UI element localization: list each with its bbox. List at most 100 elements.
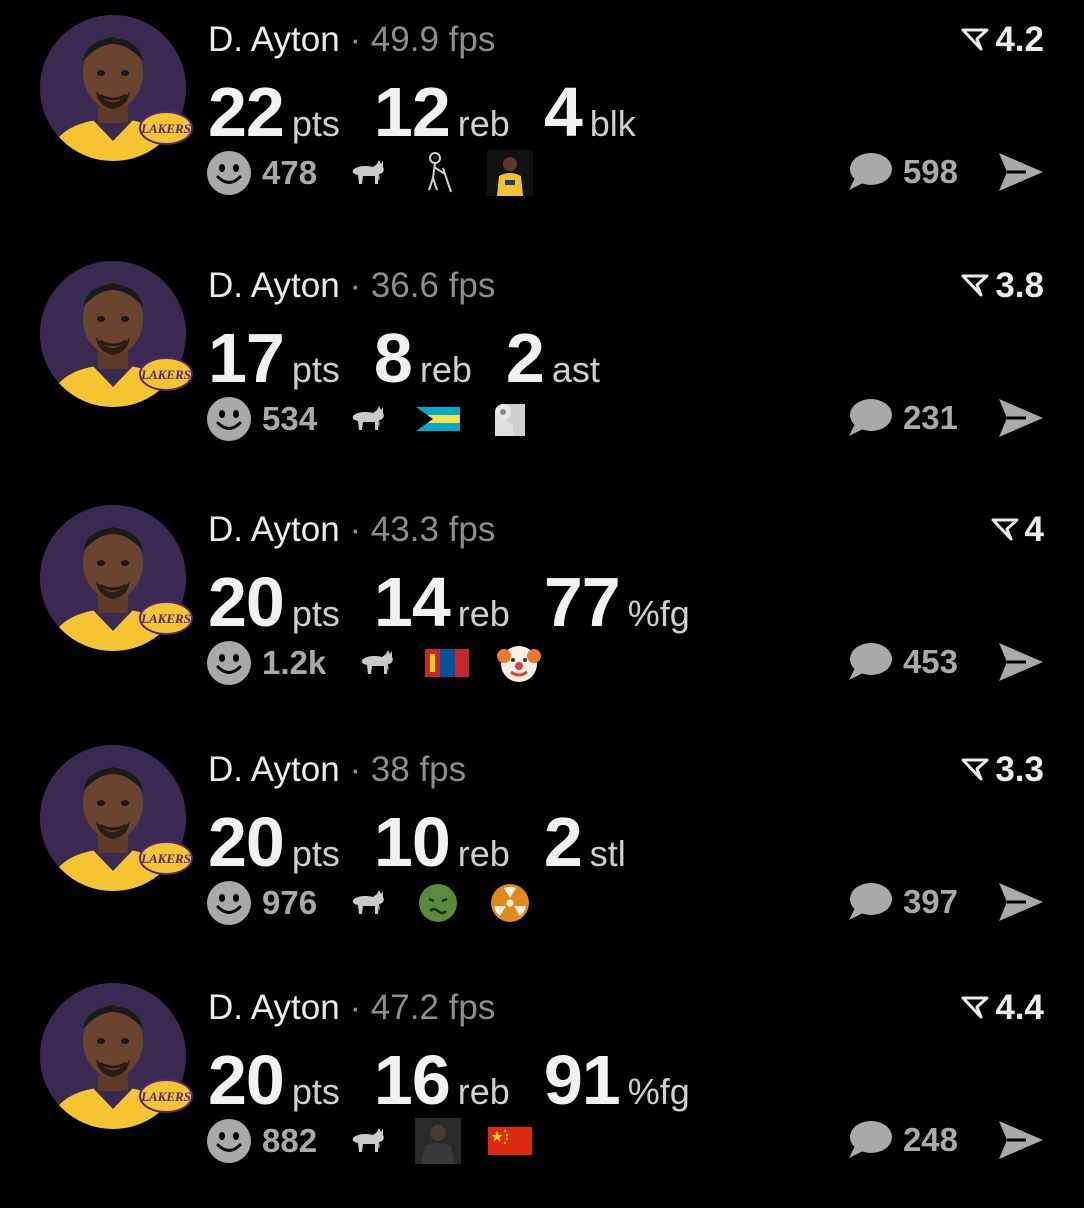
goat-icon[interactable]: [343, 150, 389, 196]
share-send-icon[interactable]: [996, 1118, 1046, 1162]
comment-bubble-icon[interactable]: [845, 150, 893, 194]
radioactive-icon[interactable]: [487, 880, 533, 926]
stat-unit: reb: [457, 103, 510, 144]
comment-bubble-icon[interactable]: [845, 640, 893, 684]
comment-count: 231: [902, 399, 958, 436]
share-send-icon[interactable]: [996, 880, 1046, 924]
stat-unit: ast: [551, 349, 600, 390]
post-header: D. Ayton · 47.2 fps: [208, 988, 495, 1028]
share-send-icon[interactable]: [996, 150, 1046, 194]
stat-item: 2 ast: [506, 318, 600, 398]
post-actions: 453: [845, 640, 1046, 684]
reactions-bar: 976: [206, 880, 559, 926]
stat-item: 77 %fg: [544, 562, 690, 642]
post-header: D. Ayton · 38 fps: [208, 750, 466, 790]
stat-value: 14: [373, 563, 451, 641]
nauseated-face-icon[interactable]: [415, 880, 461, 926]
share-send-icon[interactable]: [996, 640, 1046, 684]
stat-value: 8: [373, 319, 413, 397]
stat-value: 20: [208, 803, 285, 881]
goat-icon[interactable]: [343, 1118, 389, 1164]
player-name[interactable]: D. Ayton: [208, 750, 340, 789]
stat-line: 22 pts 12 reb 4 blk: [208, 72, 670, 152]
post-card[interactable]: LAKERS D. Ayton · 43.3 fps 4 20 pts 14 reb…: [0, 490, 1084, 730]
stat-unit: pts: [291, 349, 340, 390]
goat-icon[interactable]: [352, 640, 398, 686]
rating[interactable]: 4.2: [961, 20, 1044, 60]
lakers-logo-icon: LAKERS: [138, 600, 194, 636]
share-send-icon[interactable]: [996, 396, 1046, 440]
post-header: D. Ayton · 43.3 fps: [208, 510, 495, 550]
stat-value: 12: [373, 73, 451, 151]
old-man-cane-icon[interactable]: [415, 150, 461, 196]
lakers-logo-icon: LAKERS: [138, 110, 194, 146]
rating[interactable]: 4: [991, 510, 1044, 550]
player-photo-icon[interactable]: [487, 150, 534, 196]
svg-text:LAKERS: LAKERS: [140, 851, 191, 866]
stat-unit: %fg: [627, 1071, 690, 1112]
stat-unit: pts: [291, 833, 340, 874]
stat-item: 8 reb: [374, 318, 472, 398]
stat-item: 20 pts: [208, 802, 340, 882]
china-flag-icon[interactable]: [487, 1118, 533, 1164]
rating[interactable]: 3.3: [961, 750, 1044, 790]
post-actions: 598: [845, 150, 1046, 194]
rating-value: 4: [1024, 510, 1044, 549]
stat-item: 20 pts: [208, 562, 340, 642]
rating-flag-icon: [961, 266, 989, 306]
player-name[interactable]: D. Ayton: [208, 266, 340, 305]
stat-value: 2: [505, 319, 545, 397]
goat-icon[interactable]: [343, 880, 389, 926]
stat-line: 20 pts 16 reb 91 %fg: [208, 1040, 724, 1120]
post-card[interactable]: LAKERS D. Ayton · 36.6 fps 3.8 17 pts 8 re…: [0, 246, 1084, 486]
stat-value: 17: [208, 319, 285, 397]
player-name[interactable]: D. Ayton: [208, 988, 340, 1027]
rating[interactable]: 4.4: [961, 988, 1044, 1028]
svg-text:LAKERS: LAKERS: [140, 121, 191, 136]
smile-reaction-icon[interactable]: [206, 880, 252, 926]
reaction-count: 478: [262, 154, 318, 191]
stat-item: 10 reb: [374, 802, 510, 882]
stat-value: 22: [208, 73, 285, 151]
comment-bubble-icon[interactable]: [845, 880, 893, 924]
stat-item: 2 stl: [544, 802, 626, 882]
svg-text:LAKERS: LAKERS: [140, 367, 191, 382]
smile-reaction-icon[interactable]: [206, 396, 252, 442]
stat-value: 20: [208, 563, 285, 641]
smile-reaction-icon[interactable]: [206, 150, 252, 196]
person-photo-icon[interactable]: [415, 1118, 462, 1164]
stat-item: 14 reb: [374, 562, 510, 642]
rating[interactable]: 3.8: [961, 266, 1044, 306]
lakers-logo-icon: LAKERS: [138, 840, 194, 876]
goat-icon[interactable]: [343, 396, 389, 442]
post-card[interactable]: LAKERS D. Ayton · 49.9 fps 4.2 22 pts 12 r…: [0, 0, 1084, 240]
reaction-count: 882: [262, 1122, 318, 1159]
rating-flag-icon: [961, 750, 989, 790]
stat-value: 77: [543, 563, 621, 641]
post-actions: 248: [845, 1118, 1046, 1162]
toilet-paper-icon[interactable]: [487, 396, 533, 442]
post-card[interactable]: LAKERS D. Ayton · 38 fps 3.3 20 pts 10 reb…: [0, 730, 1084, 970]
stat-item: 4 blk: [544, 72, 636, 152]
svg-text:LAKERS: LAKERS: [140, 611, 191, 626]
mongolia-flag-icon[interactable]: [424, 640, 470, 686]
fps-score: 49.9 fps: [370, 20, 496, 59]
reactions-bar: 478: [206, 150, 559, 196]
player-name[interactable]: D. Ayton: [208, 510, 340, 549]
reactions-bar: 1.2k: [206, 640, 568, 686]
comment-count: 598: [902, 153, 958, 190]
separator: ·: [349, 510, 362, 549]
rating-flag-icon: [991, 510, 1019, 550]
reaction-count: 1.2k: [262, 644, 327, 681]
smile-reaction-icon[interactable]: [206, 640, 252, 686]
clown-face-icon[interactable]: [496, 640, 542, 686]
smile-reaction-icon[interactable]: [206, 1118, 252, 1164]
comment-bubble-icon[interactable]: [845, 1118, 893, 1162]
bahamas-flag-icon[interactable]: [415, 396, 461, 442]
comment-bubble-icon[interactable]: [845, 396, 893, 440]
rating-value: 4.2: [995, 20, 1044, 59]
post-card[interactable]: LAKERS D. Ayton · 47.2 fps 4.4 20 pts 16 r…: [0, 968, 1084, 1208]
player-name[interactable]: D. Ayton: [208, 20, 340, 59]
post-actions: 397: [845, 880, 1046, 924]
stat-unit: reb: [419, 349, 472, 390]
